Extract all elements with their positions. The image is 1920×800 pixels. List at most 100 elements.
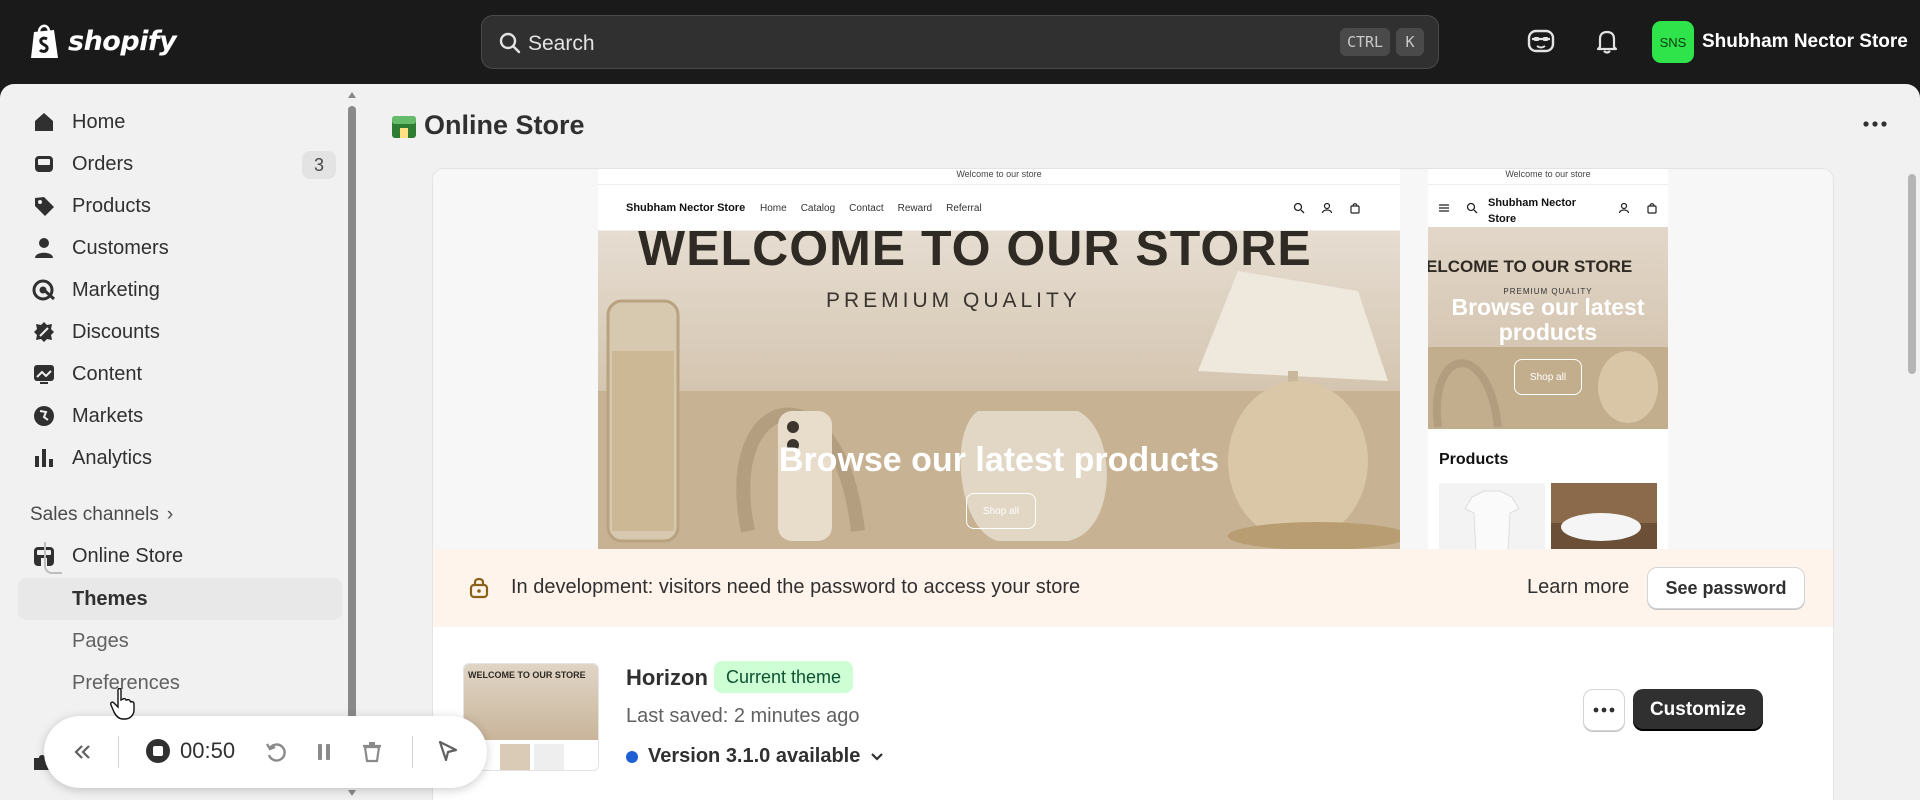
theme-thumbnail-heading: WELCOME TO OUR STORE — [468, 670, 586, 680]
mobile-preview: Welcome to our store Shubham Nector Stor… — [1428, 169, 1668, 549]
sidebar-item-label: Products — [72, 195, 151, 217]
sidebar-item-orders[interactable]: Orders 3 — [18, 144, 342, 184]
banner-message: In development: visitors need the passwo… — [511, 576, 1081, 598]
version-available-dropdown[interactable]: Version 3.1.0 available — [626, 745, 884, 768]
pause-icon[interactable] — [310, 738, 338, 766]
bar-chart-icon — [35, 449, 53, 467]
restart-icon[interactable] — [262, 738, 290, 766]
shortcut-ctrl-key: CTRL — [1340, 28, 1390, 56]
store-menu[interactable]: SNS Shubham Nector Store — [1652, 21, 1908, 63]
person-icon — [35, 238, 53, 258]
sidebar-item-products[interactable]: Products — [18, 186, 342, 226]
sidebar-subitem-label: Pages — [72, 630, 129, 652]
screen-recorder-toolbar: 00:50 — [44, 716, 487, 788]
home-icon — [35, 113, 53, 131]
image-icon — [34, 365, 54, 384]
see-password-button[interactable]: See password — [1647, 567, 1805, 609]
theme-preview[interactable]: Welcome to our store Shubham Nector Stor… — [433, 169, 1833, 549]
recording-time: 00:50 — [180, 738, 236, 763]
more-actions-icon[interactable] — [1860, 114, 1890, 134]
tree-connector — [44, 542, 62, 574]
sidebar-scroll-thumb[interactable] — [348, 106, 356, 726]
search-placeholder: Search — [528, 32, 595, 55]
page-title: Online Store — [390, 110, 585, 141]
stop-recording-icon[interactable] — [146, 739, 170, 763]
store-avatar: SNS — [1652, 21, 1694, 63]
sidebar-item-label: Online Store — [72, 545, 184, 567]
sidebar-item-marketing[interactable]: Marketing — [18, 270, 342, 310]
sidebar-item-home[interactable]: Home — [18, 102, 342, 142]
preview-hero-subheading: PREMIUM QUALITY — [826, 289, 1081, 312]
trash-icon[interactable] — [358, 738, 386, 766]
learn-more-link[interactable]: Learn more — [1527, 576, 1629, 599]
shopify-logo[interactable]: shopify — [28, 22, 177, 60]
sidebar-scrollbar[interactable] — [348, 92, 356, 796]
scroll-up-arrow-icon[interactable] — [348, 90, 356, 98]
sidebar-item-online-store[interactable]: Online Store — [18, 536, 342, 576]
preview-cart-icon — [1350, 203, 1360, 214]
recording-timer: 00:50 — [146, 738, 235, 764]
sidebar-item-label: Marketing — [72, 279, 160, 301]
inbox-icon — [35, 156, 53, 172]
sidebar-item-label: Orders — [72, 153, 134, 175]
lock-icon — [469, 577, 489, 599]
sidekick-icon[interactable] — [1524, 24, 1558, 58]
update-dot-icon — [626, 750, 638, 763]
mobile-announcement-bar: Welcome to our store — [1428, 169, 1668, 185]
chevron-right-icon: › — [166, 504, 174, 525]
search-icon — [499, 32, 521, 54]
mobile-brand: Shubham Nector Store — [1488, 197, 1577, 225]
sidebar-item-label: Markets — [72, 405, 144, 427]
tshirt-product-image — [1439, 483, 1545, 549]
version-text: Version 3.1.0 available — [648, 745, 861, 767]
sales-channels-header[interactable]: Sales channels › — [30, 504, 173, 526]
towel-product-image — [1551, 483, 1657, 549]
sidebar-subitem-pages[interactable]: Pages — [18, 620, 342, 662]
main-content: Online Store Welcome to our store Shubha… — [362, 84, 1920, 800]
scroll-down-arrow-icon[interactable] — [348, 790, 356, 798]
pointer-cursor-icon[interactable] — [434, 738, 462, 766]
sidebar-item-customers[interactable]: Customers — [18, 228, 342, 268]
preview-header: Shubham Nector Store Home Catalog Contac… — [598, 185, 1400, 231]
mobile-hero-image: ELCOME TO OUR STORE PREMIUM QUALITY Brow… — [1428, 227, 1668, 429]
more-horizontal-icon — [1593, 707, 1615, 713]
preview-search-icon — [1293, 202, 1305, 214]
theme-thumbnail-block — [500, 744, 530, 770]
preview-nav-reward: Reward — [897, 203, 933, 214]
sidebar-item-label: Customers — [72, 237, 169, 259]
sidebar-subitem-preferences[interactable]: Preferences — [18, 662, 342, 704]
collapse-double-chevron-icon[interactable] — [68, 738, 96, 766]
preview-nav-referral: Referral — [946, 203, 982, 214]
sidebar-item-label: Analytics — [72, 447, 153, 469]
main-scrollbar[interactable] — [1908, 174, 1916, 374]
notifications-bell-icon[interactable] — [1590, 24, 1624, 58]
chevron-down-icon — [871, 752, 884, 761]
page-title-text: Online Store — [424, 110, 585, 140]
sidebar-item-discounts[interactable]: Discounts — [18, 312, 342, 352]
theme-actions-button[interactable] — [1583, 689, 1625, 731]
preview-nav-contact: Contact — [849, 203, 884, 214]
shortcut-k-key: K — [1396, 28, 1424, 56]
sidebar-item-label: Home — [72, 111, 126, 133]
sidebar-item-content[interactable]: Content — [18, 354, 342, 394]
app-shell: Home Orders 3 Products Customers Marketi… — [0, 84, 1920, 800]
preview-hero-image: WELCOME TO OUR STORE PREMIUM QUALITY Bro… — [598, 231, 1400, 549]
preview-nav-links: Home Catalog Contact Reward Referral — [760, 203, 982, 214]
customize-button[interactable]: Customize — [1633, 689, 1763, 731]
sidebar-item-markets[interactable]: Markets — [18, 396, 342, 436]
preview-nav-catalog: Catalog — [800, 203, 836, 214]
desktop-preview: Welcome to our store Shubham Nector Stor… — [598, 169, 1400, 549]
mobile-search-icon — [1466, 202, 1478, 214]
sidebar-item-analytics[interactable]: Analytics — [18, 438, 342, 478]
sidebar-item-label: Discounts — [72, 321, 160, 343]
mobile-shop-all-button: Shop all — [1514, 359, 1582, 395]
sidebar-subitem-label: Themes — [72, 588, 148, 610]
preview-hero-title: Browse our latest products — [778, 441, 1220, 479]
search-bar[interactable]: Search CTRL K — [481, 15, 1439, 69]
sidebar-subitem-themes[interactable]: Themes — [18, 578, 342, 620]
mobile-account-icon — [1618, 202, 1630, 214]
tag-icon — [35, 197, 54, 216]
announcement-bar: Welcome to our store — [598, 169, 1400, 185]
hand-cursor-icon — [110, 688, 135, 720]
sidebar-item-label: Content — [72, 363, 143, 385]
